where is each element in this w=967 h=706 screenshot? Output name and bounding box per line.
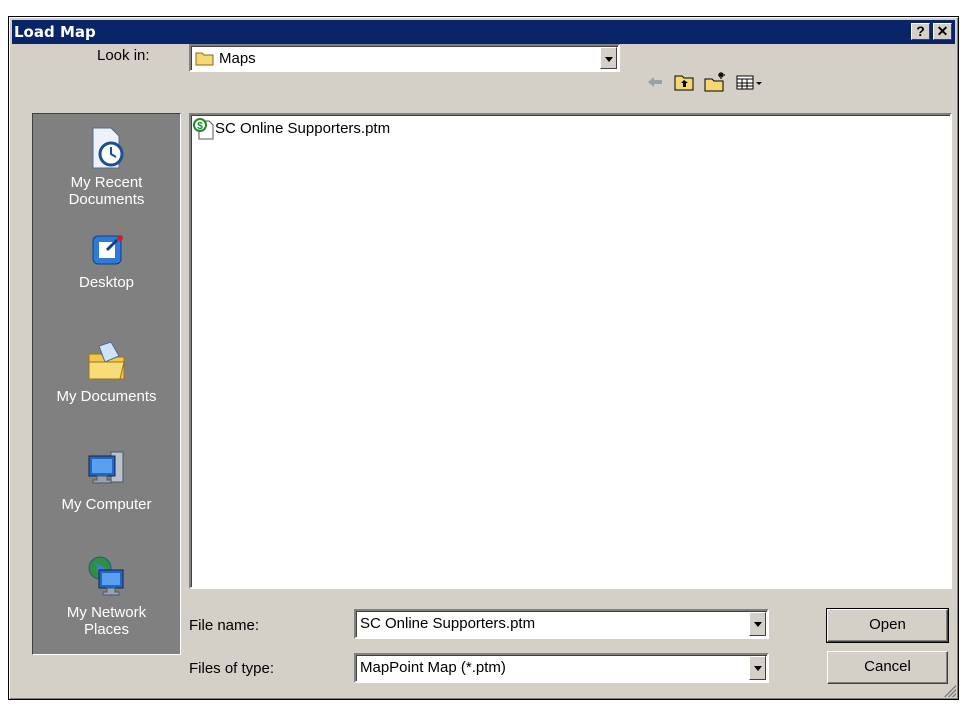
file-type-value: MapPoint Map (*.ptm)	[360, 659, 506, 676]
file-name-label: File name:	[189, 617, 260, 634]
svg-text:$: $	[197, 121, 203, 132]
my-documents-icon	[88, 341, 125, 380]
file-name-combo[interactable]: SC Online Supporters.ptm	[354, 609, 769, 639]
places-bar: My Recent Documents Desktop My Documents	[32, 113, 181, 655]
look-in-combo[interactable]: Maps	[189, 44, 620, 72]
title-bar[interactable]: Load Map ? ✕	[12, 20, 955, 44]
place-my-recent-documents[interactable]: My Recent Documents	[33, 126, 180, 208]
file-name-input[interactable]: SC Online Supporters.ptm	[360, 615, 535, 632]
file-type-dropdown-arrow[interactable]	[749, 656, 766, 680]
file-type-label: Files of type:	[189, 660, 275, 677]
resize-grip[interactable]	[944, 685, 956, 697]
look-in-value: Maps	[219, 50, 256, 67]
place-label-line1: My Recent	[70, 174, 143, 191]
back-arrow-icon[interactable]	[645, 71, 665, 93]
window-title: Load Map	[14, 23, 96, 41]
place-label-line2: Documents	[68, 191, 145, 208]
views-menu-icon[interactable]	[735, 71, 765, 93]
new-folder-icon[interactable]	[703, 71, 727, 93]
cancel-button[interactable]: Cancel	[827, 651, 948, 684]
place-label-line2: Places	[83, 621, 130, 638]
up-folder-icon[interactable]	[673, 71, 695, 93]
open-button[interactable]: Open	[826, 608, 949, 643]
look-in-dropdown-arrow[interactable]	[600, 47, 617, 69]
file-name-dropdown-arrow[interactable]	[749, 612, 766, 636]
folder-icon	[195, 52, 214, 66]
my-network-places-icon	[88, 556, 123, 596]
desktop-icon	[92, 235, 123, 265]
mappoint-file-icon: $	[193, 118, 214, 140]
file-name: SC Online Supporters.ptm	[215, 120, 391, 137]
place-label-line1: My Documents	[56, 388, 157, 405]
place-desktop[interactable]: Desktop	[33, 232, 180, 291]
place-my-computer[interactable]: My Computer	[33, 448, 180, 513]
file-list[interactable]: $ SC Online Supporters.ptm	[189, 113, 952, 589]
place-my-documents[interactable]: My Documents	[33, 340, 180, 405]
my-computer-icon	[88, 451, 123, 484]
place-label-line1: Desktop	[78, 274, 135, 291]
close-button[interactable]: ✕	[933, 23, 952, 40]
file-type-combo[interactable]: MapPoint Map (*.ptm)	[354, 653, 769, 683]
place-label-line1: My Computer	[61, 496, 152, 513]
look-in-label: Look in:	[97, 47, 150, 64]
recent-documents-icon	[92, 127, 123, 169]
load-map-dialog: Load Map ? ✕ Look in: Maps My Recent Doc…	[8, 16, 959, 700]
place-my-network-places[interactable]: My Network Places	[33, 554, 180, 638]
help-button[interactable]: ?	[911, 23, 930, 40]
place-label-line1: My Network	[66, 604, 147, 621]
